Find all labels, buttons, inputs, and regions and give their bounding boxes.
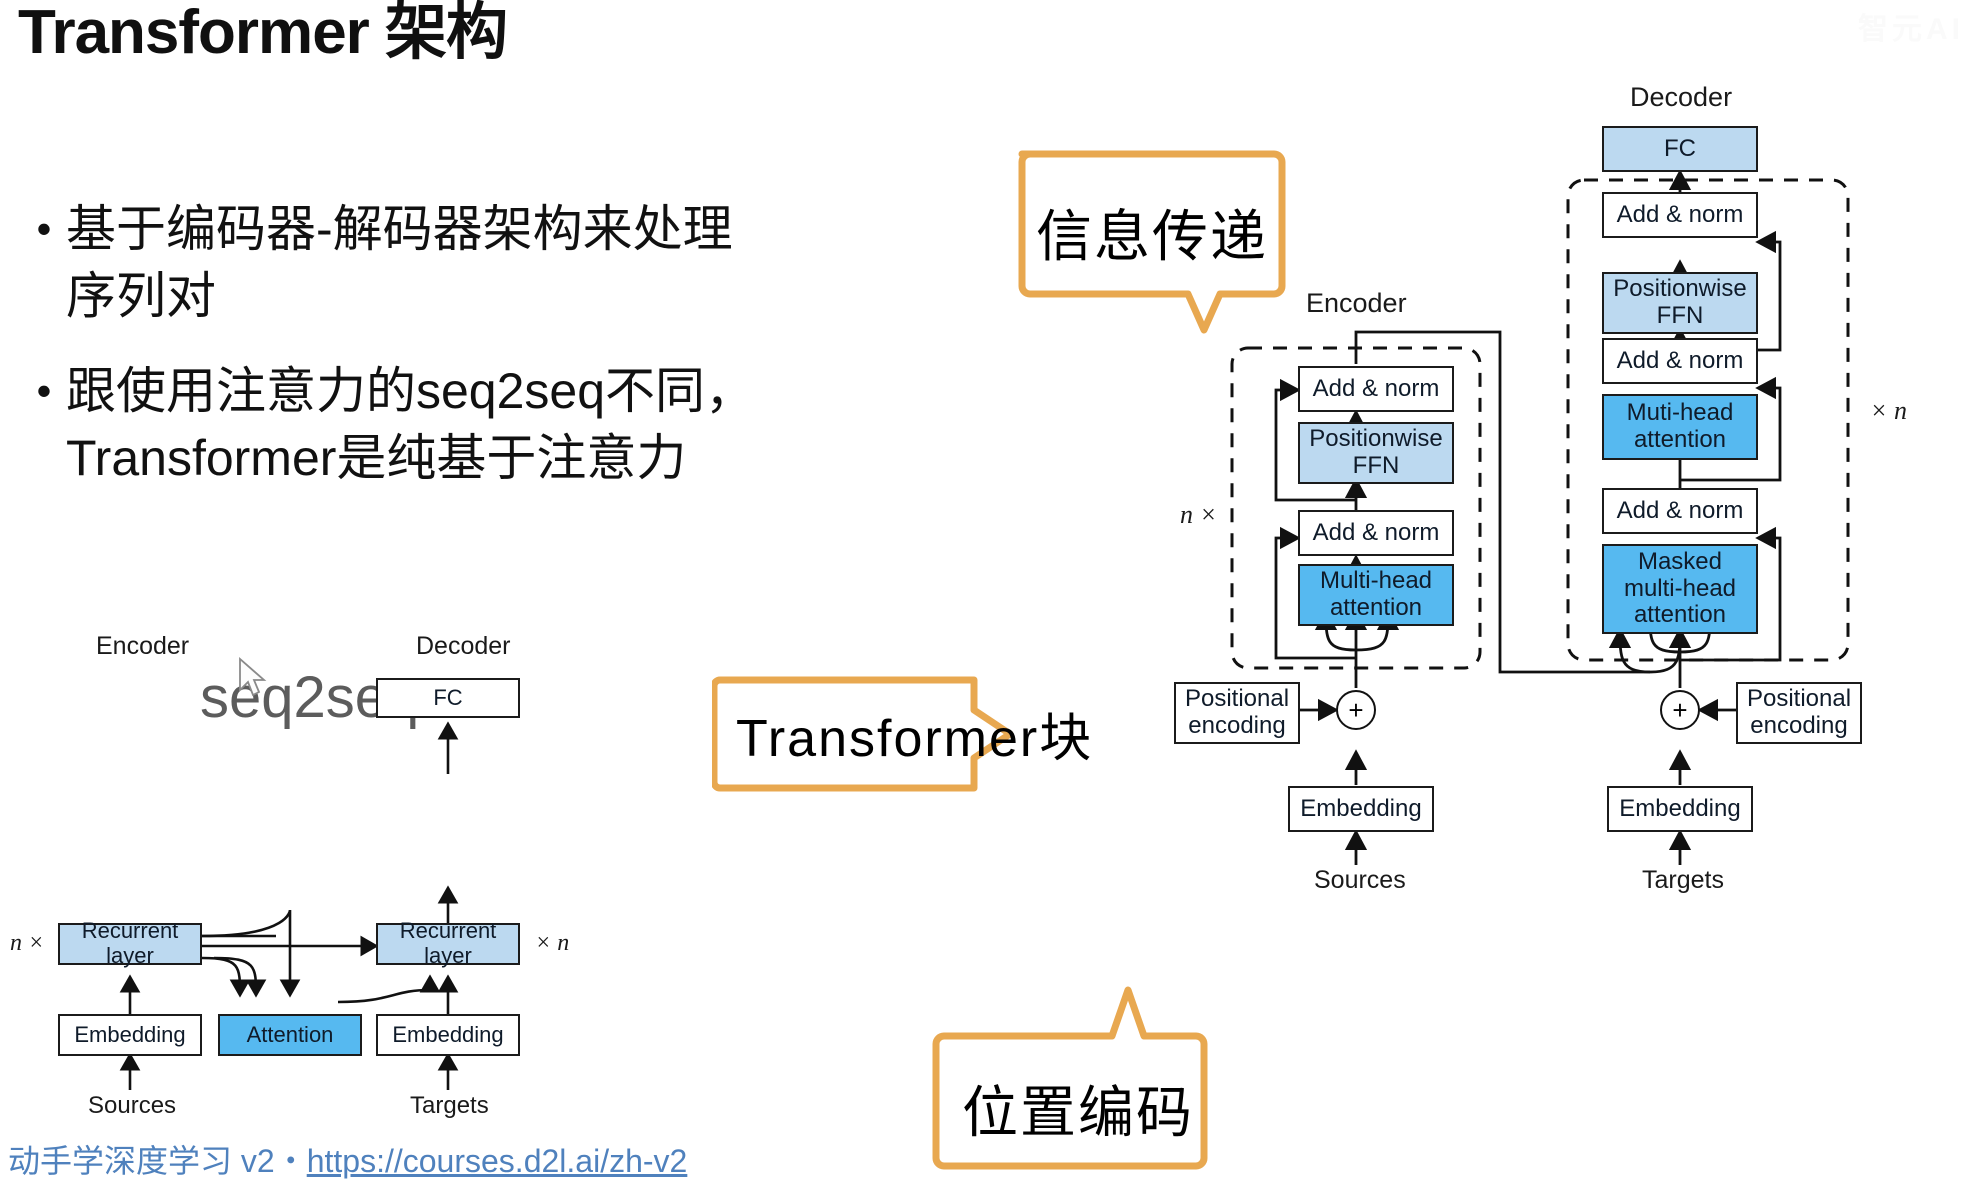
encoder-positionwise-ffn: Positionwise FFN (1298, 422, 1454, 484)
seq2seq-recurrent-layer-left: Recurrent layer (58, 919, 202, 968)
decoder-multi-head-attention-label: Muti-head attention (1626, 399, 1734, 453)
encoder-add-norm-top: Add & norm (1298, 366, 1454, 412)
decoder-plus-node: + (1660, 690, 1700, 730)
encoder-plus-node: + (1336, 690, 1376, 730)
transformer-encoder-multiplier: n × (1180, 500, 1218, 529)
callout-positional-encoding: 位置编码 (928, 972, 1224, 1188)
bullet-marker: • (36, 205, 52, 252)
bullet-line: Transformer是纯基于注意力 (66, 430, 687, 486)
decoder-add-norm-mid: Add & norm (1602, 338, 1758, 384)
footer-link[interactable]: https://courses.d2l.ai/zh-v2 (307, 1143, 688, 1179)
bullet-item-2: • 跟使用注意力的seq2seq不同， Transformer是纯基于注意力 (22, 358, 1082, 492)
decoder-positional-encoding-label: Positional encoding (1746, 685, 1852, 739)
seq2seq-targets-label: Targets (410, 1092, 489, 1119)
decoder-positionwise-ffn: Positionwise FFN (1602, 272, 1758, 334)
encoder-input-label: Sources (1314, 866, 1406, 894)
bullet-line: 跟使用注意力的seq2seq不同， (66, 363, 756, 419)
transformer-encoder-label: Encoder (1306, 288, 1407, 318)
callout-transformer-block-label: Transformer块 (736, 710, 1094, 768)
decoder-masked-multi-head-attention-label: Masked multi-head attention (1623, 547, 1737, 629)
callout-transformer-block: Transformer块 (712, 668, 1091, 800)
seq2seq-sources-label: Sources (88, 1092, 177, 1119)
decoder-plus-label: + (1672, 694, 1688, 725)
slide-canvas: 智元AI Transformer 架构 • 基于编码器-解码器架构来处理 序列对… (0, 0, 1978, 1188)
encoder-multi-head-attention-label: Multi-head attention (1319, 567, 1433, 621)
decoder-fc: FC (1602, 126, 1758, 172)
footer-prefix: 动手学深度学习 v2・ (8, 1143, 307, 1179)
encoder-positionwise-ffn-label: Positionwise FFN (1309, 425, 1443, 479)
bullet-list: • 基于编码器-解码器架构来处理 序列对 • 跟使用注意力的seq2seq不同，… (22, 196, 1082, 520)
callout-info-pass: 信息传递 (1008, 140, 1288, 340)
encoder-positional-encoding-label: Positional encoding (1184, 685, 1290, 739)
callout-info-pass-label: 信息传递 (1036, 205, 1268, 268)
seq2seq-embedding-right: Embedding (376, 1014, 520, 1056)
mouse-cursor-icon (239, 657, 267, 697)
decoder-positionwise-ffn-label: Positionwise FFN (1613, 275, 1747, 329)
callout-positional-encoding-label: 位置编码 (962, 1081, 1194, 1144)
seq2seq-recurrent-layer-right: Recurrent layer (376, 919, 520, 968)
decoder-embedding: Embedding (1607, 786, 1753, 832)
encoder-embedding: Embedding (1288, 786, 1434, 832)
page-title: Transformer 架构 (18, 0, 508, 67)
transformer-decoder-label: Decoder (1630, 82, 1733, 112)
encoder-multi-head-attention: Multi-head attention (1298, 564, 1454, 626)
bullet-line: 基于编码器-解码器架构来处理 (66, 201, 733, 257)
bullet-text: 基于编码器-解码器架构来处理 序列对 (66, 196, 733, 330)
bullet-text: 跟使用注意力的seq2seq不同， Transformer是纯基于注意力 (66, 358, 755, 492)
seq2seq-embedding-left: Embedding (58, 1014, 202, 1056)
seq2seq-left-multiplier: n × (10, 930, 45, 956)
decoder-input-label: Targets (1642, 866, 1724, 894)
encoder-plus-label: + (1348, 694, 1364, 725)
seq2seq-encoder-label: Encoder (96, 632, 190, 660)
footer: 动手学深度学习 v2・https://courses.d2l.ai/zh-v2 (8, 1136, 687, 1182)
bullet-line: 序列对 (66, 268, 216, 324)
seq2seq-diagram: n × × n Recurrent layer Recurrent layer … (0, 790, 720, 1120)
seq2seq-fc-connector (437, 721, 459, 774)
bullet-marker: • (36, 367, 52, 414)
transformer-diagram: Encoder Decoder n × × n Add & norm Posit… (1174, 60, 1978, 1070)
encoder-add-norm-bottom: Add & norm (1298, 510, 1454, 556)
watermark: 智元AI (1858, 13, 1964, 46)
decoder-multi-head-attention: Muti-head attention (1602, 394, 1758, 460)
transformer-decoder-multiplier: × n (1870, 396, 1908, 425)
seq2seq-fc: FC (376, 678, 520, 718)
decoder-add-norm-bottom: Add & norm (1602, 488, 1758, 534)
seq2seq-attention: Attention (218, 1014, 362, 1056)
bullet-item-1: • 基于编码器-解码器架构来处理 序列对 (22, 196, 1082, 330)
seq2seq-decoder-label: Decoder (416, 632, 511, 660)
encoder-positional-encoding: Positional encoding (1174, 682, 1300, 744)
decoder-masked-multi-head-attention: Masked multi-head attention (1602, 544, 1758, 634)
decoder-add-norm-top: Add & norm (1602, 192, 1758, 238)
decoder-positional-encoding: Positional encoding (1736, 682, 1862, 744)
seq2seq-right-multiplier: × n (535, 930, 570, 956)
